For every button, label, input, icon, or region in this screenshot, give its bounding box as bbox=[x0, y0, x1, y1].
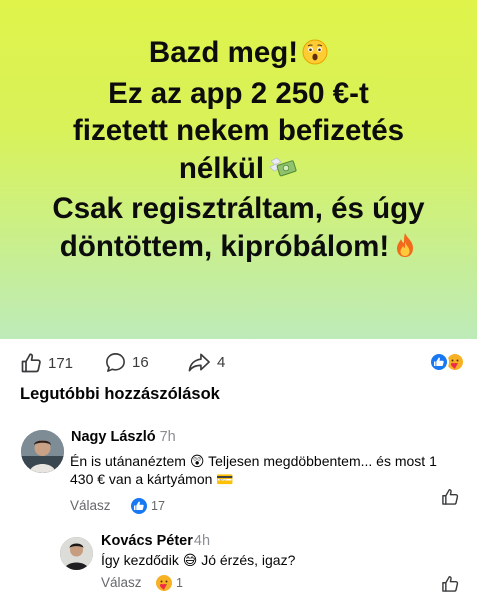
likes-count: 171 bbox=[48, 354, 74, 372]
post-line-1: Bazd meg! bbox=[8, 34, 469, 75]
comment-time: 4h bbox=[193, 533, 211, 549]
comment-text: Én is utánanéztem 😲 Teljesen megdöbbente… bbox=[70, 453, 437, 487]
care-reaction-icon bbox=[156, 575, 172, 591]
like-action[interactable]: 171 bbox=[19, 351, 73, 375]
post-image: Bazd meg! Ez az app 2 250 €-t fizetett n… bbox=[0, 0, 477, 339]
avatar[interactable] bbox=[60, 537, 93, 570]
post-line-4: nélkül bbox=[8, 150, 469, 191]
share-action[interactable]: 4 bbox=[187, 351, 225, 374]
like-reaction-icon bbox=[131, 498, 147, 514]
reaction-count-label: 1 bbox=[176, 576, 183, 590]
comment-action[interactable]: 16 bbox=[104, 351, 149, 374]
comment-author[interactable]: Nagy László bbox=[71, 429, 156, 445]
thumbs-up-icon[interactable] bbox=[440, 574, 460, 594]
comment-reaction-count[interactable]: 1 bbox=[156, 575, 183, 591]
comment-text: Így kezdődik 😅 Jó érzés, igaz? bbox=[101, 552, 296, 568]
comment-time: 7h bbox=[159, 429, 176, 445]
reply-button[interactable]: Válasz bbox=[101, 575, 142, 590]
thumbs-up-icon bbox=[21, 353, 41, 373]
share-arrow-icon bbox=[188, 353, 210, 372]
post-text: Bazd meg! Ez az app 2 250 €-t fizetett n… bbox=[8, 34, 469, 268]
comments-section-title: Legutóbbi hozzászólások bbox=[20, 385, 220, 403]
shares-count: 4 bbox=[217, 354, 226, 371]
comments-count: 16 bbox=[132, 354, 149, 371]
comment-bubble-icon bbox=[106, 353, 125, 372]
reply-button[interactable]: Válasz bbox=[70, 498, 111, 513]
like-reaction-icon bbox=[429, 352, 449, 372]
thumbs-up-icon[interactable] bbox=[440, 487, 460, 507]
comment-reaction-count[interactable]: 17 bbox=[131, 498, 165, 514]
post-line-3: fizetett nekem befizetés bbox=[72, 114, 405, 147]
comment-author[interactable]: Kovács Péter bbox=[101, 533, 193, 549]
money-with-wings-emoji bbox=[268, 153, 298, 191]
astonished-face-emoji bbox=[302, 37, 328, 75]
reaction-summary[interactable] bbox=[429, 352, 469, 374]
post-line-6: döntöttem, kipróbálom! bbox=[8, 228, 469, 269]
avatar[interactable] bbox=[21, 430, 64, 473]
fire-emoji bbox=[393, 231, 417, 269]
post-line-5: Csak regisztráltam, és úgy bbox=[52, 192, 425, 225]
reactions-bar: 171 16 4 bbox=[0, 346, 477, 380]
reaction-count-label: 17 bbox=[151, 499, 165, 513]
post-line-2: Ez az app 2 250 €-t bbox=[108, 76, 369, 110]
